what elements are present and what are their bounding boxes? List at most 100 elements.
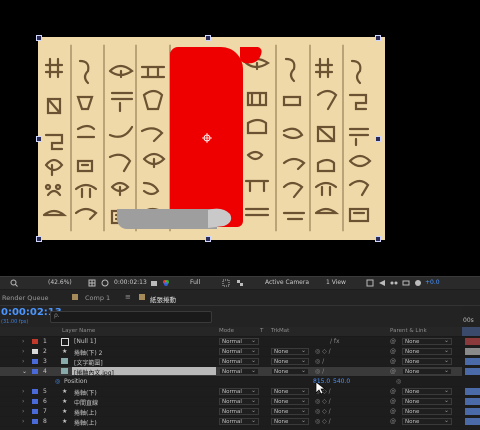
table-row[interactable]: › 5 ★ 捲軸(下) Normal None ◎ ◇ / @ None <box>0 387 462 397</box>
expand-icon[interactable]: › <box>22 358 24 365</box>
mode-dropdown[interactable]: Normal <box>219 337 259 345</box>
parent-dropdown[interactable]: None <box>402 357 452 365</box>
views-dropdown[interactable]: 1 View <box>326 279 346 286</box>
trkmat-dropdown[interactable]: None <box>271 417 309 425</box>
layer-name[interactable]: 捲軸(下) <box>74 388 97 397</box>
parent-dropdown[interactable]: None <box>402 347 452 355</box>
layer-name[interactable]: 捲軸(上) <box>74 408 97 417</box>
parent-dropdown[interactable]: None <box>402 407 452 415</box>
tab-comp-1[interactable]: Comp 1 <box>85 294 110 302</box>
trkmat-column[interactable]: TrkMat <box>271 328 289 334</box>
property-row[interactable]: ◎ Position 815.0 540.0 ◎ <box>0 377 462 387</box>
layer-name[interactable]: 捲軸(上) <box>74 418 97 427</box>
layer-name[interactable]: 捲軸(下) 2 <box>74 348 102 357</box>
label-color[interactable] <box>32 359 38 364</box>
table-row[interactable]: › 2 ★ 捲軸(下) 2 Normal None ◎ ◇ / @ None <box>0 347 462 357</box>
t-column[interactable]: T <box>260 328 263 334</box>
layer-name-column[interactable]: Layer Name <box>62 328 95 334</box>
current-time-display[interactable]: 0:00:02:13 <box>114 279 147 286</box>
expand-icon[interactable]: › <box>22 418 24 425</box>
expand-icon[interactable]: › <box>22 348 24 355</box>
switches[interactable]: ◎ ◇ / <box>315 408 331 415</box>
work-area-bar[interactable] <box>462 327 480 336</box>
close-icon[interactable]: ≡ <box>125 293 131 301</box>
parent-dropdown[interactable]: None <box>402 417 452 425</box>
color-channel-icon[interactable] <box>162 279 170 287</box>
label-color[interactable] <box>32 369 38 374</box>
layer-bar[interactable] <box>465 368 480 375</box>
layer-bar[interactable] <box>465 418 480 425</box>
layer-bar[interactable] <box>465 408 480 415</box>
tab-active-comp[interactable]: 紙張捲動 <box>150 294 176 304</box>
switches[interactable]: ◎ ◇ / <box>315 418 331 425</box>
table-row[interactable]: › 6 ★ 中間直線 Normal None ◎ ◇ / @ None <box>0 397 462 407</box>
table-row[interactable]: › 8 ★ 捲軸(上) Normal None ◎ ◇ / @ None <box>0 417 462 427</box>
layer-name[interactable]: [捲軸內文.jpg] <box>74 368 114 377</box>
switches[interactable]: ◎ / <box>315 358 324 365</box>
fx-switch[interactable]: / fx <box>330 338 340 345</box>
trkmat-dropdown[interactable]: None <box>271 367 309 375</box>
pickwhip-icon[interactable]: @ <box>390 398 396 405</box>
mode-dropdown[interactable]: Normal <box>219 407 259 415</box>
expand-icon[interactable]: › <box>22 408 24 415</box>
snapshot-icon[interactable] <box>402 279 410 287</box>
mode-dropdown[interactable]: Normal <box>219 397 259 405</box>
transform-handle[interactable] <box>375 136 381 142</box>
label-color[interactable] <box>32 339 38 344</box>
mask-icon[interactable] <box>101 279 109 287</box>
anchor-point-icon[interactable] <box>202 133 212 143</box>
fast-preview-icon[interactable] <box>378 279 386 287</box>
transform-handle[interactable] <box>205 35 211 41</box>
parent-dropdown[interactable]: None <box>402 387 452 395</box>
collapse-icon[interactable]: ⌄ <box>22 368 27 375</box>
layer-name[interactable]: [文字範圍] <box>74 358 103 367</box>
transform-handle[interactable] <box>36 236 42 242</box>
pickwhip-icon[interactable]: @ <box>390 418 396 425</box>
parent-dropdown[interactable]: None <box>402 367 452 375</box>
mode-column[interactable]: Mode <box>219 328 234 334</box>
zoom-dropdown[interactable]: (42.6%) <box>48 279 72 286</box>
transform-handle[interactable] <box>375 35 381 41</box>
label-color[interactable] <box>32 399 38 404</box>
camera-dropdown[interactable]: Active Camera <box>265 279 309 286</box>
mode-dropdown[interactable]: Normal <box>219 417 259 425</box>
expand-icon[interactable]: › <box>22 398 24 405</box>
position-y-value[interactable]: 540.0 <box>333 378 350 385</box>
keyframe-nav-icon[interactable]: ◎ <box>396 378 401 385</box>
switches[interactable]: ◎ ◇ / <box>315 348 331 355</box>
tab-render-queue[interactable]: Render Queue <box>2 294 49 302</box>
resolution-dropdown[interactable]: Full <box>190 279 200 286</box>
stopwatch-icon[interactable]: ◎ <box>55 378 60 385</box>
table-row[interactable]: › 7 ★ 捲軸(上) Normal None ◎ ◇ / @ None <box>0 407 462 417</box>
mode-dropdown[interactable]: Normal <box>219 347 259 355</box>
mode-dropdown[interactable]: Normal <box>219 357 259 365</box>
camera-icon[interactable] <box>150 279 158 287</box>
label-color[interactable] <box>32 349 38 354</box>
exposure-icon[interactable] <box>414 279 422 287</box>
layer-bar[interactable] <box>465 358 480 365</box>
pickwhip-icon[interactable]: @ <box>390 408 396 415</box>
layer-bar[interactable] <box>465 338 480 345</box>
trkmat-dropdown[interactable]: None <box>271 397 309 405</box>
layer-bar[interactable] <box>465 398 480 405</box>
transparency-grid-icon[interactable] <box>236 279 244 287</box>
grid-icon[interactable] <box>88 279 96 287</box>
pickwhip-icon[interactable]: @ <box>390 358 396 365</box>
trkmat-dropdown[interactable]: None <box>271 347 309 355</box>
expand-icon[interactable]: › <box>22 388 24 395</box>
mode-dropdown[interactable]: Normal <box>219 387 259 395</box>
parent-column[interactable]: Parent & Link <box>390 328 427 334</box>
transform-handle[interactable] <box>375 236 381 242</box>
region-of-interest-icon[interactable] <box>222 279 230 287</box>
expand-icon[interactable]: › <box>22 338 24 345</box>
layer-bar[interactable] <box>465 388 480 395</box>
layer-bar[interactable] <box>465 348 480 355</box>
layer-name[interactable]: [Null 1] <box>74 338 96 345</box>
pickwhip-icon[interactable]: @ <box>390 348 396 355</box>
render-icon[interactable] <box>366 279 374 287</box>
pickwhip-icon[interactable]: @ <box>390 368 396 375</box>
table-row[interactable]: › 1 [Null 1] Normal / fx @ None <box>0 337 462 347</box>
magnifier-icon[interactable] <box>10 279 18 287</box>
mode-dropdown[interactable]: Normal <box>219 367 259 375</box>
transform-handle[interactable] <box>36 35 42 41</box>
